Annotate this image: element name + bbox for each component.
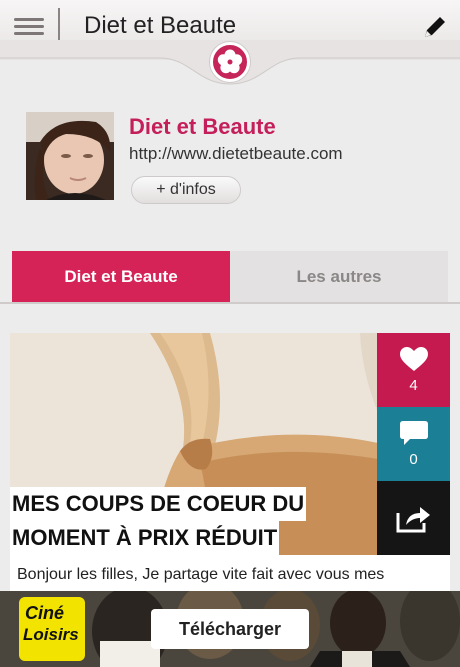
post-title-line-2: MOMENT À PRIX RÉDUIT [10,521,280,555]
logo-line-1: Ciné [25,603,65,623]
comment-count: 0 [409,450,418,468]
like-count: 4 [409,376,418,394]
post-title[interactable]: MES COUPS DE COEUR DU MOMENT À PRIX RÉDU… [10,487,378,555]
edit-pencil-icon[interactable] [420,12,450,42]
download-button[interactable]: Télécharger [151,609,309,649]
flower-icon [210,42,250,82]
comment-icon [399,420,428,445]
post-card[interactable]: MES COUPS DE COEUR DU MOMENT À PRIX RÉDU… [10,333,450,603]
profile-name[interactable]: Diet et Beaute [129,114,276,140]
tab-les-autres[interactable]: Les autres [230,251,448,302]
comment-button[interactable]: 0 [377,407,450,481]
avatar[interactable] [26,112,114,200]
more-info-button[interactable]: + d'infos [131,176,241,204]
tab-diet-et-beaute[interactable]: Diet et Beaute [12,251,230,302]
ad-banner[interactable]: Ciné Loisirs Télécharger [0,591,460,667]
cine-loisirs-logo: Ciné Loisirs [19,597,85,661]
heart-icon [399,346,428,371]
logo-line-2: Loisirs [23,625,79,644]
share-icon [396,507,430,533]
profile-url[interactable]: http://www.dietetbeaute.com [129,144,343,164]
post-excerpt: Bonjour les filles, Je partage vite fait… [17,566,385,583]
share-button[interactable] [377,481,450,555]
tab-underline [0,302,460,304]
post-title-line-1: MES COUPS DE COEUR DU [10,487,307,521]
page-title: Diet et Beaute [84,12,237,39]
like-button[interactable]: 4 [377,333,450,407]
menu-icon[interactable] [14,14,44,40]
